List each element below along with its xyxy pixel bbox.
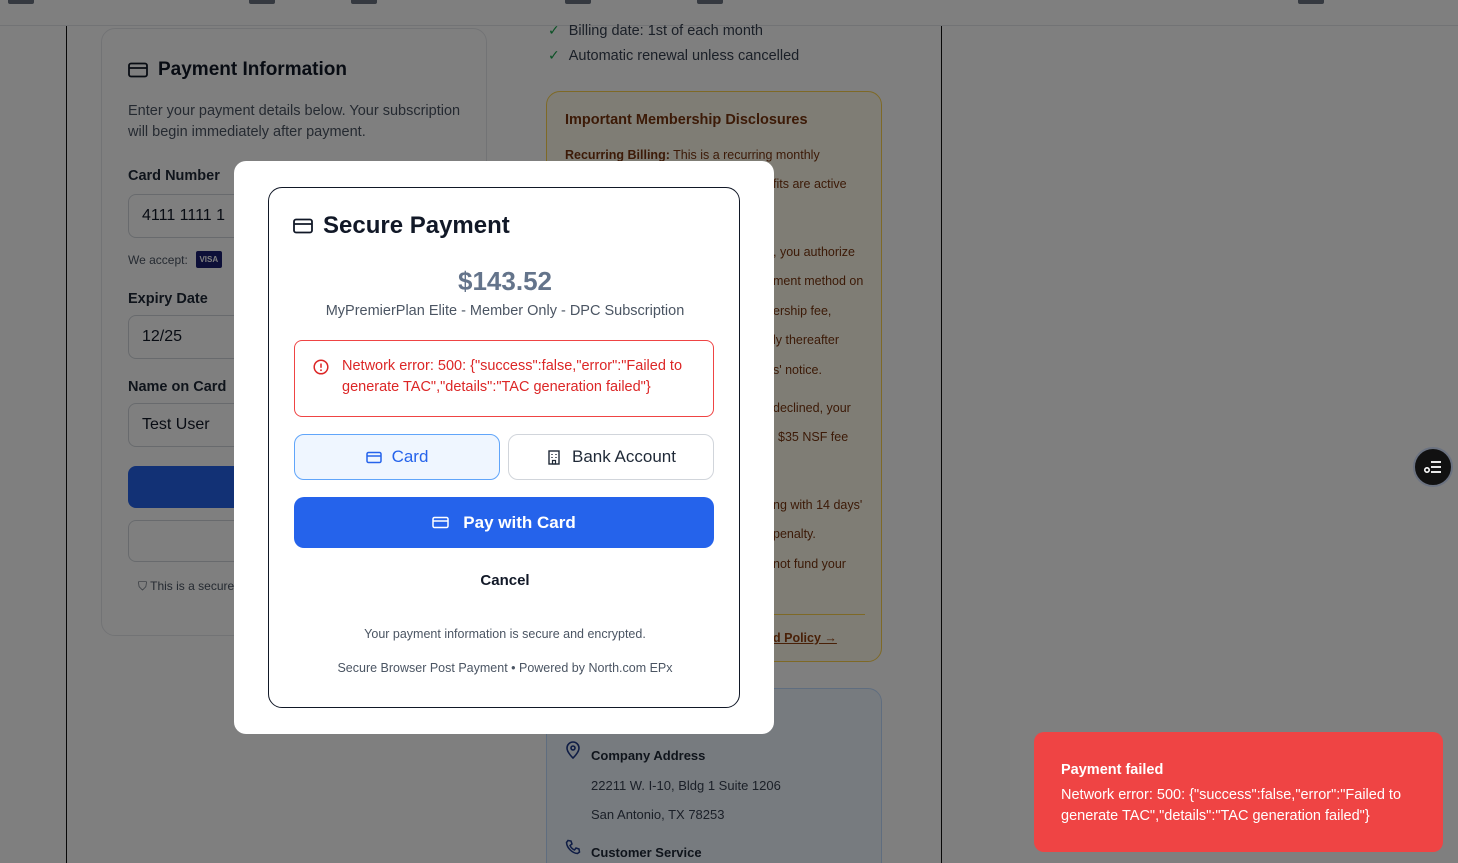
error-alert: Network error: 500: {"success":false,"er…: [294, 340, 714, 417]
error-message: Network error: 500: {"success":false,"er…: [342, 358, 683, 395]
powered-by-text: Secure Browser Post Payment • Powered by…: [337, 661, 673, 675]
credit-card-icon: [293, 218, 313, 234]
tab-card[interactable]: Card: [294, 434, 500, 480]
payment-amount: $143.52: [458, 266, 552, 296]
floating-action-button[interactable]: [1413, 447, 1453, 487]
toast-title: Payment failed: [1061, 762, 1164, 778]
credit-card-icon: [365, 451, 382, 463]
plan-name: MyPremierPlan Elite - Member Only - DPC …: [325, 303, 685, 319]
bank-icon: [548, 450, 560, 465]
toast-message: Network error: 500: {"success":false,"er…: [1061, 787, 1402, 824]
alert-circle-icon: [313, 359, 329, 375]
modal-title: Secure Payment: [293, 212, 510, 240]
error-toast[interactable]: Payment failed Network error: 500: {"suc…: [1034, 732, 1443, 852]
pay-with-card-button[interactable]: Pay with Card: [294, 497, 714, 548]
cancel-button[interactable]: Cancel: [269, 572, 741, 589]
modal-panel: Secure Payment $143.52 MyPremierPlan Eli…: [268, 187, 740, 708]
secure-payment-modal: Secure Payment $143.52 MyPremierPlan Eli…: [234, 161, 774, 734]
checklist-icon: [1424, 461, 1441, 473]
credit-card-icon: [432, 516, 450, 529]
secure-info-text: Your payment information is secure and e…: [364, 627, 646, 641]
tab-bank-account[interactable]: Bank Account: [508, 434, 714, 480]
